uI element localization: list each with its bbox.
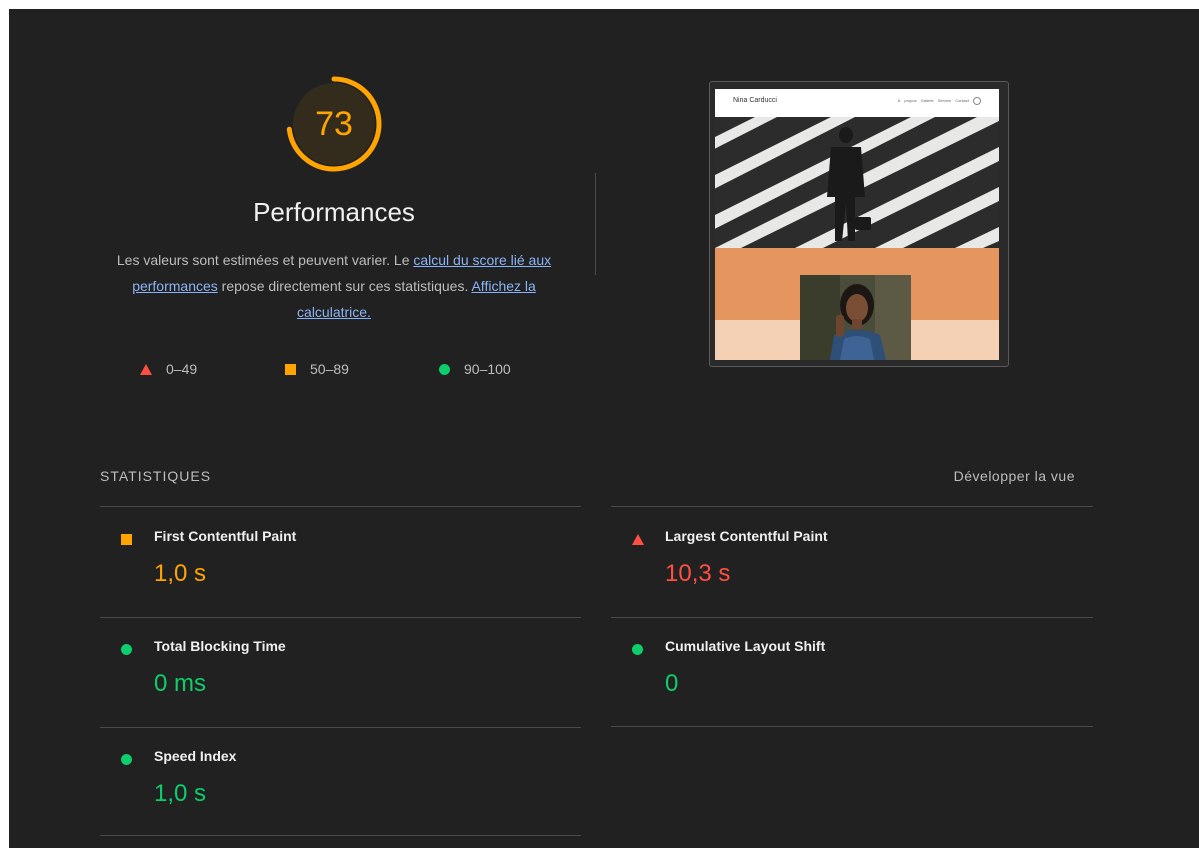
legend-item-fail: 0–49 [140,360,197,378]
metric-cumulative-layout-shift[interactable]: Cumulative Layout Shift 0 [611,617,1091,727]
metrics-section-label: STATISTIQUES [100,468,212,484]
metric-value: 1,0 s [154,560,207,587]
square-orange-icon [285,363,296,375]
description-text-2: repose directement sur ces statistiques. [217,278,472,294]
circle-green-icon [121,644,132,655]
metric-value: 0 [665,670,679,697]
triangle-red-icon [140,363,152,375]
report-panel: 73 Performances Les valeurs sont estimée… [9,9,1199,848]
thumb-hero-image [715,117,999,248]
metric-value: 0 ms [154,670,207,697]
triangle-red-icon [632,534,644,545]
legend-label-fail: 0–49 [166,361,198,377]
portrait-photo [800,275,911,360]
circle-green-icon [632,644,643,655]
hero-stripes-image [715,117,999,248]
metric-divider [100,835,581,836]
performance-score-gauge[interactable]: 73 [286,76,382,172]
legend-label-average: 50–89 [310,361,349,377]
thumb-site-header: Nina Carducci À propos Galerie Service C… [715,89,999,117]
vertical-divider [595,173,596,275]
description-text-1: Les valeurs sont estimées et peuvent var… [116,252,414,268]
metric-value: 10,3 s [665,560,731,587]
metric-title: Cumulative Layout Shift [665,638,826,654]
metric-largest-contentful-paint[interactable]: Largest Contentful Paint 10,3 s [611,507,1091,617]
thumb-site-brand: Nina Carducci [733,97,777,104]
metric-first-contentful-paint[interactable]: First Contentful Paint 1,0 s [100,507,580,617]
metric-divider [611,726,1093,727]
expand-view-toggle[interactable]: Développer la vue [954,468,1075,484]
metric-title: First Contentful Paint [154,528,297,544]
final-screenshot: Nina Carducci À propos Galerie Service C… [715,89,999,360]
metric-title: Total Blocking Time [154,638,286,654]
metric-title: Speed Index [154,748,237,764]
score-value: 73 [315,105,353,143]
legend-label-pass: 90–100 [464,361,511,377]
metric-title: Largest Contentful Paint [665,528,828,544]
legend-item-pass: 90–100 [439,360,511,378]
thumb-portrait-image [800,275,911,360]
circle-green-icon [121,754,132,765]
legend-item-average: 50–89 [285,360,349,378]
square-orange-icon [121,534,132,545]
category-description: Les valeurs sont estimées et peuvent var… [109,247,559,325]
metric-value: 1,0 s [154,780,207,807]
circle-green-icon [439,363,450,375]
thumb-site-nav: À propos Galerie Service Contact [897,98,969,103]
category-title: Performances [253,197,415,227]
metric-total-blocking-time[interactable]: Total Blocking Time 0 ms [100,617,580,727]
metric-speed-index[interactable]: Speed Index 1,0 s [100,727,580,837]
instagram-icon [973,97,981,105]
